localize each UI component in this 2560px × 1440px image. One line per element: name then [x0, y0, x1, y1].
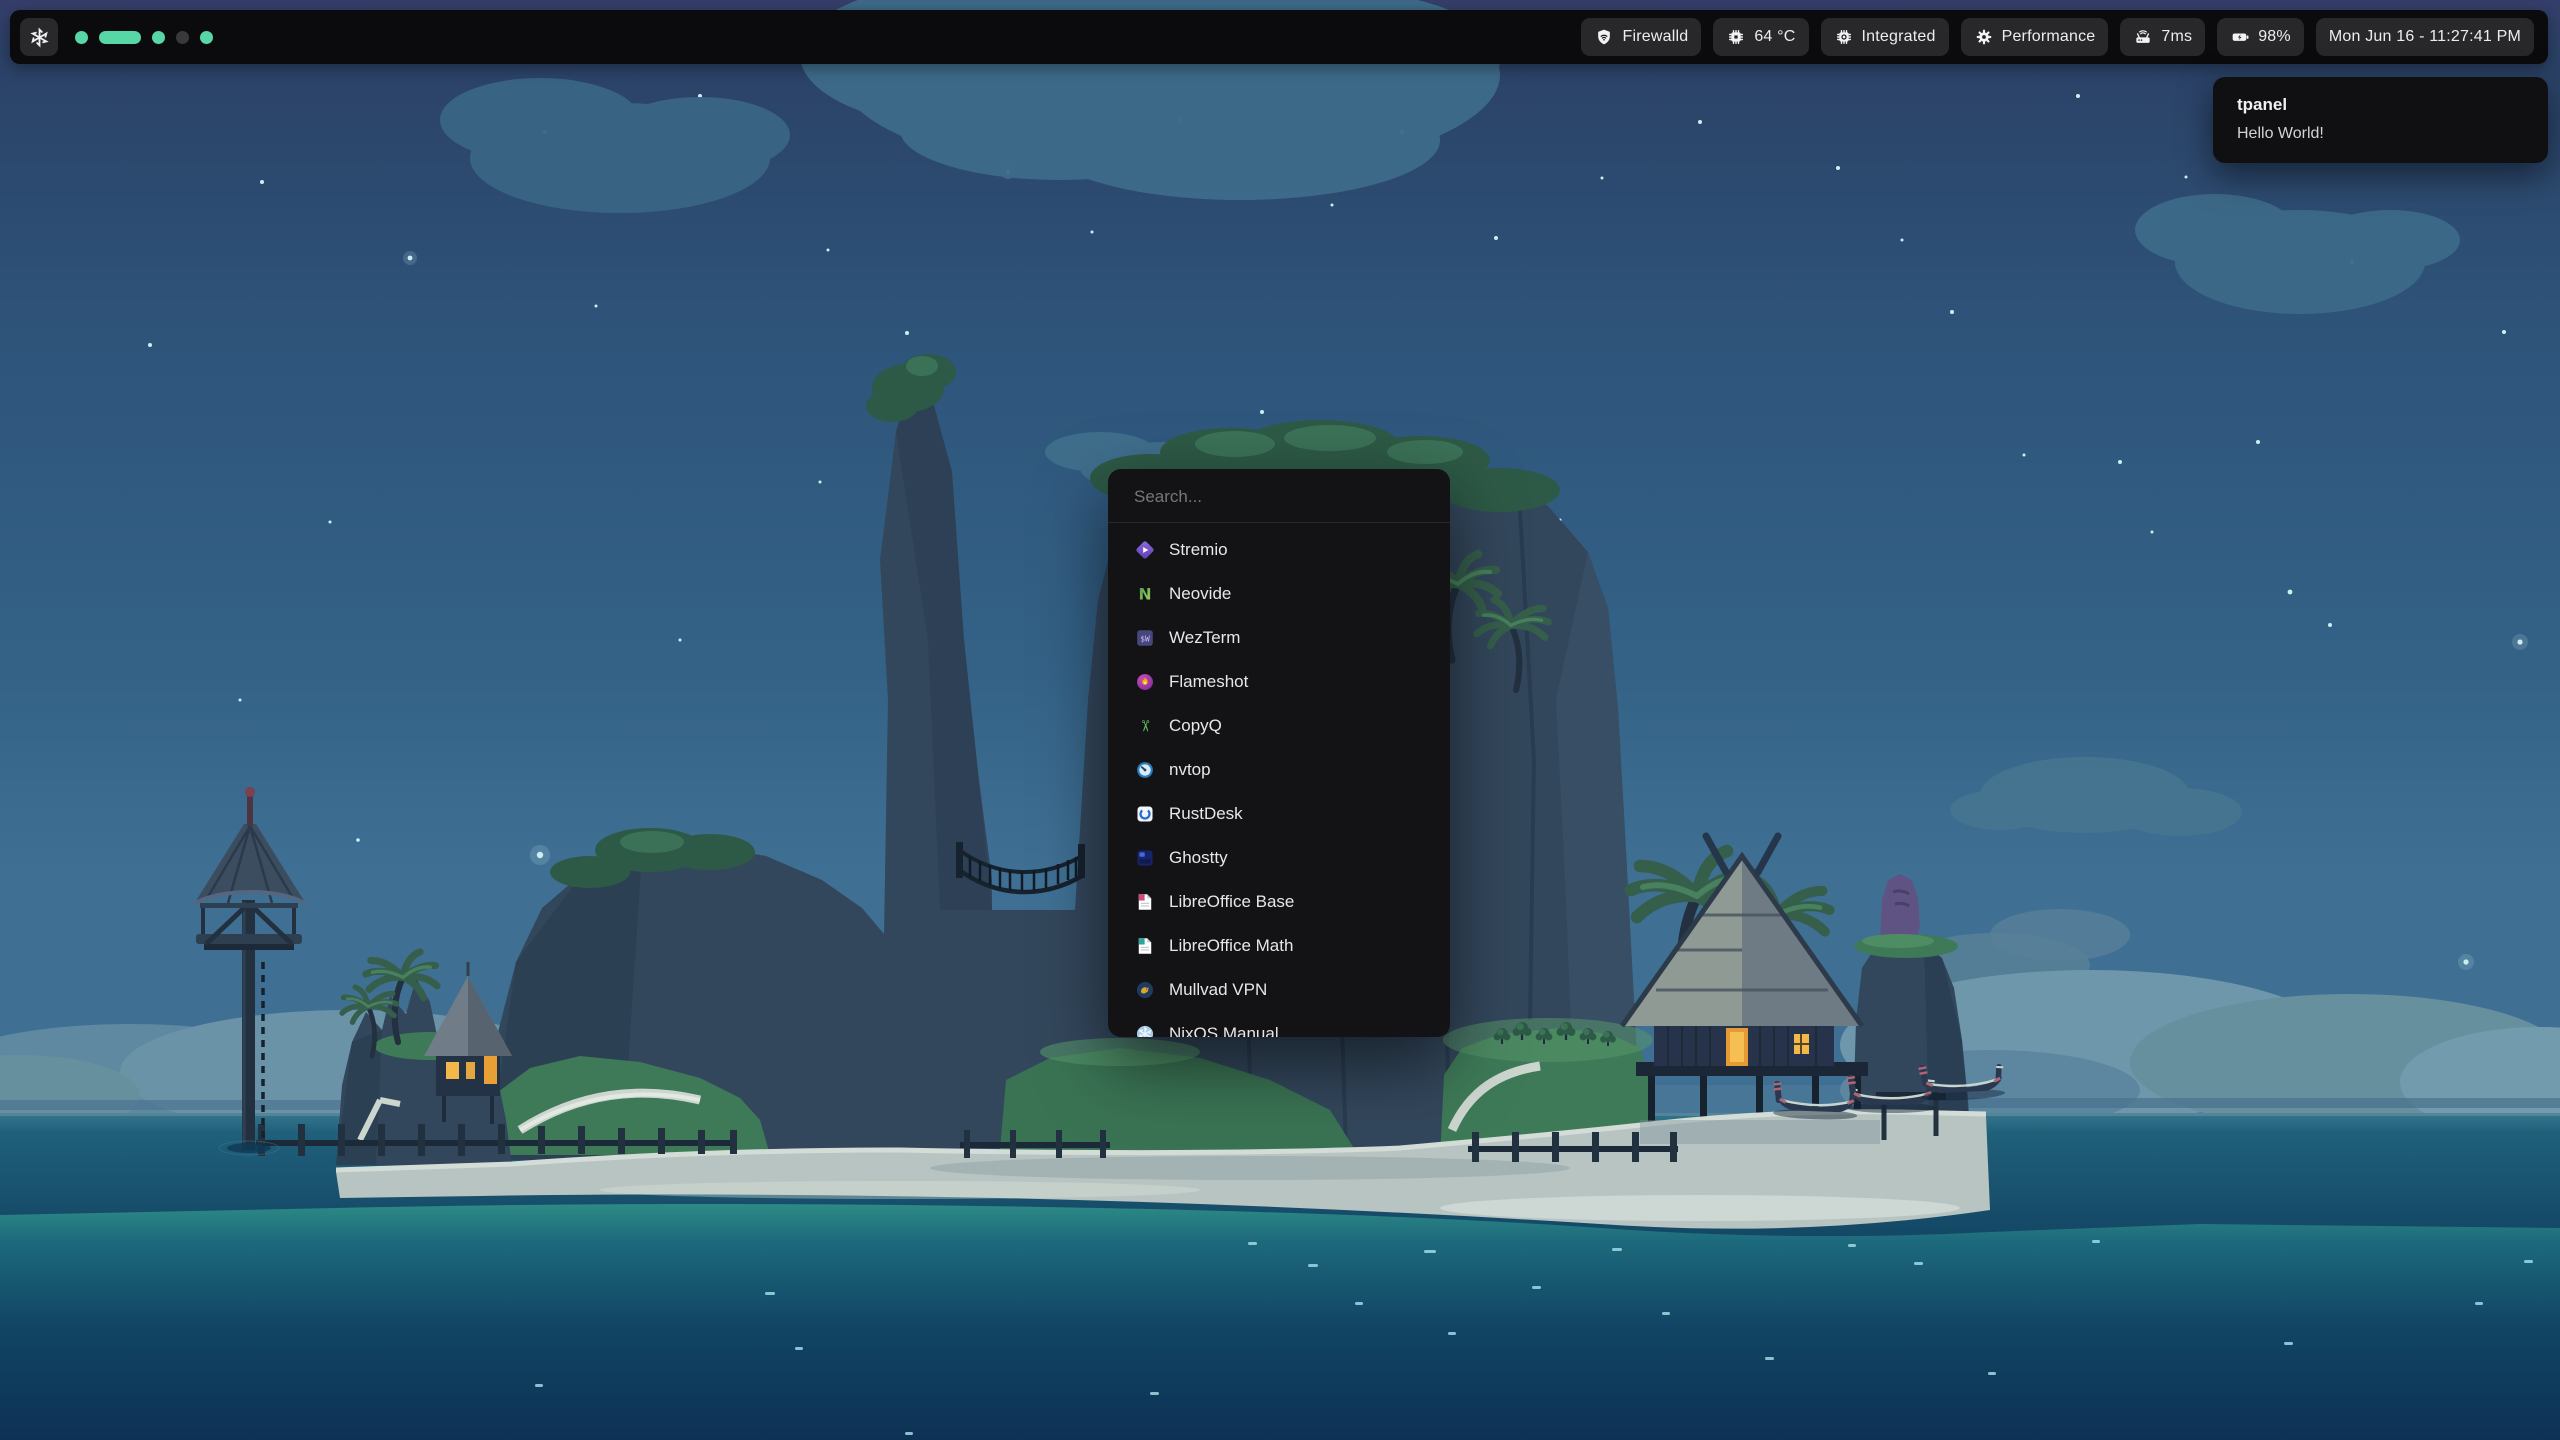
status-widget-cpu-temp[interactable]: 64 °C [1713, 18, 1808, 56]
shore-water [0, 1204, 2560, 1440]
status-widgets: Firewalld 64 °C Integrated Performance 7… [1581, 18, 2534, 56]
launcher-item-stremio[interactable]: Stremio [1108, 528, 1450, 572]
app-flameshot [1134, 671, 1156, 693]
icon-battery [2230, 27, 2250, 47]
launcher-item-label: CopyQ [1169, 716, 1222, 736]
status-widget-power-profile[interactable]: Performance [1961, 18, 2109, 56]
launcher-item-label: RustDesk [1169, 804, 1243, 824]
launcher-item-flameshot[interactable]: Flameshot [1108, 660, 1450, 704]
app-neovide [1134, 583, 1156, 605]
app-lobase [1134, 891, 1156, 913]
app-ghostty [1134, 847, 1156, 869]
app-list: Stremio Neovide WezTerm Flameshot CopyQ … [1108, 523, 1450, 1037]
app-launcher: Stremio Neovide WezTerm Flameshot CopyQ … [1108, 469, 1450, 1037]
status-widget-network-latency[interactable]: 7ms [2120, 18, 2205, 56]
launcher-item-libreoffice-base[interactable]: LibreOffice Base [1108, 880, 1450, 924]
icon-cpu [1726, 27, 1746, 47]
launcher-item-label: LibreOffice Math [1169, 936, 1293, 956]
workspace-indicator-4[interactable] [176, 31, 189, 44]
workspace-indicator-3[interactable] [152, 31, 165, 44]
widget-label: Integrated [1862, 28, 1936, 46]
desktop: Firewalld 64 °C Integrated Performance 7… [0, 0, 2560, 1440]
widget-label: Firewalld [1622, 28, 1688, 46]
widget-label: 98% [2258, 28, 2291, 46]
launcher-item-neovide[interactable]: Neovide [1108, 572, 1450, 616]
icon-gpu [1834, 27, 1854, 47]
launcher-button[interactable] [20, 18, 58, 56]
widget-label: 64 °C [1754, 28, 1795, 46]
widget-label: Performance [2002, 28, 2096, 46]
launcher-item-label: NixOS Manual [1169, 1024, 1279, 1037]
app-stremio [1134, 539, 1156, 561]
widget-label: 7ms [2161, 28, 2192, 46]
app-rustdesk [1134, 803, 1156, 825]
icon-shield [1594, 27, 1614, 47]
launcher-item-rustdesk[interactable]: RustDesk [1108, 792, 1450, 836]
launcher-item-nixos-manual[interactable]: NixOS Manual [1108, 1012, 1450, 1037]
notification-body: Hello World! [2237, 125, 2524, 143]
launcher-item-mullvad-vpn[interactable]: Mullvad VPN [1108, 968, 1450, 1012]
workspace-indicator-1[interactable] [75, 31, 88, 44]
icon-gear [1974, 27, 1994, 47]
widget-label: Mon Jun 16 - 11:27:41 PM [2329, 28, 2521, 46]
launcher-item-label: LibreOffice Base [1169, 892, 1294, 912]
app-mullvad [1134, 979, 1156, 1001]
workspace-indicators [75, 31, 213, 44]
launcher-item-label: Flameshot [1169, 672, 1248, 692]
launcher-item-libreoffice-math[interactable]: LibreOffice Math [1108, 924, 1450, 968]
app-nvtop [1134, 759, 1156, 781]
notification-toast[interactable]: tpanel Hello World! [2213, 77, 2548, 163]
workspace-indicator-2[interactable] [99, 31, 141, 44]
top-bar: Firewalld 64 °C Integrated Performance 7… [10, 10, 2548, 64]
launcher-item-nvtop[interactable]: nvtop [1108, 748, 1450, 792]
nixos-logo-icon [28, 26, 51, 49]
launcher-item-label: nvtop [1169, 760, 1211, 780]
search-input[interactable] [1108, 469, 1450, 523]
launcher-item-label: Stremio [1169, 540, 1228, 560]
app-wezterm [1134, 627, 1156, 649]
launcher-item-label: Mullvad VPN [1169, 980, 1267, 1000]
app-copyq [1134, 715, 1156, 737]
launcher-item-copyq[interactable]: CopyQ [1108, 704, 1450, 748]
workspace-indicator-5[interactable] [200, 31, 213, 44]
status-widget-gpu[interactable]: Integrated [1821, 18, 1949, 56]
status-widget-firewall[interactable]: Firewalld [1581, 18, 1701, 56]
status-widget-battery[interactable]: 98% [2217, 18, 2304, 56]
icon-router [2133, 27, 2153, 47]
launcher-item-label: WezTerm [1169, 628, 1240, 648]
launcher-item-wezterm[interactable]: WezTerm [1108, 616, 1450, 660]
status-widget-clock[interactable]: Mon Jun 16 - 11:27:41 PM [2316, 18, 2534, 56]
launcher-item-label: Ghostty [1169, 848, 1228, 868]
app-nixos-manual [1134, 1023, 1156, 1037]
launcher-item-ghostty[interactable]: Ghostty [1108, 836, 1450, 880]
app-lomath [1134, 935, 1156, 957]
launcher-item-label: Neovide [1169, 584, 1231, 604]
notification-title: tpanel [2237, 95, 2524, 115]
